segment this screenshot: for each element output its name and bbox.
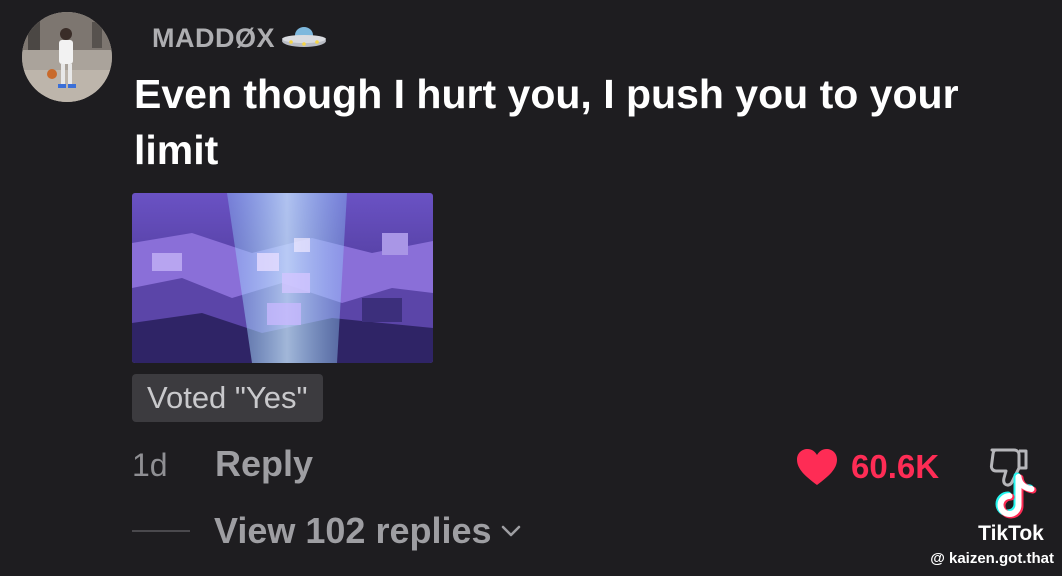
avatar-photo (22, 12, 112, 102)
heart-icon (797, 449, 837, 485)
tiktok-logo-icon (995, 472, 1037, 519)
replies-row: View 102 replies (132, 508, 522, 554)
username[interactable]: MADDØX (152, 23, 275, 54)
view-replies-label: View 102 replies (214, 510, 492, 551)
comment-header: MADDØX (152, 20, 329, 56)
reply-button[interactable]: Reply (215, 443, 313, 485)
comment-text: Even though I hurt you, I push you to yo… (134, 71, 959, 173)
chevron-down-icon (501, 525, 520, 537)
game-screenshot-image (132, 193, 433, 363)
avatar[interactable] (22, 12, 112, 102)
flying-saucer-icon (282, 27, 326, 47)
reply-thread-divider (132, 530, 190, 532)
tiktok-wordmark: TikTok (978, 522, 1044, 545)
comment-timestamp: 1d (132, 447, 168, 483)
like-count: 60.6K (851, 448, 940, 485)
vote-badge: Voted "Yes" (132, 374, 323, 422)
comment-attachment-image[interactable] (132, 193, 433, 363)
like-button[interactable]: 60.6K (795, 446, 939, 488)
creator-handle: @ kaizen.got.that (930, 550, 1054, 567)
view-replies-button[interactable]: View 102 replies (214, 510, 522, 552)
